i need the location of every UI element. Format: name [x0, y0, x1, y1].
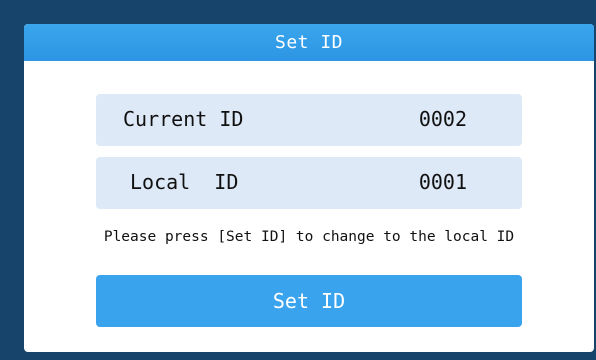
set-id-dialog: Set ID Current ID 0002 Local ID 0001 Ple…: [24, 24, 594, 352]
dialog-header: Set ID: [24, 24, 594, 61]
set-id-button[interactable]: Set ID: [96, 275, 522, 327]
current-id-value: 0002: [418, 107, 467, 131]
local-id-value: 0001: [418, 170, 467, 194]
local-id-row: Local ID 0001: [96, 157, 522, 209]
instruction-text: Please press [Set ID] to change to the l…: [103, 229, 515, 245]
dialog-title: Set ID: [274, 32, 344, 53]
local-id-label: Local ID: [130, 170, 239, 194]
current-id-label: Current ID: [123, 107, 244, 131]
current-id-row: Current ID 0002: [96, 94, 522, 146]
